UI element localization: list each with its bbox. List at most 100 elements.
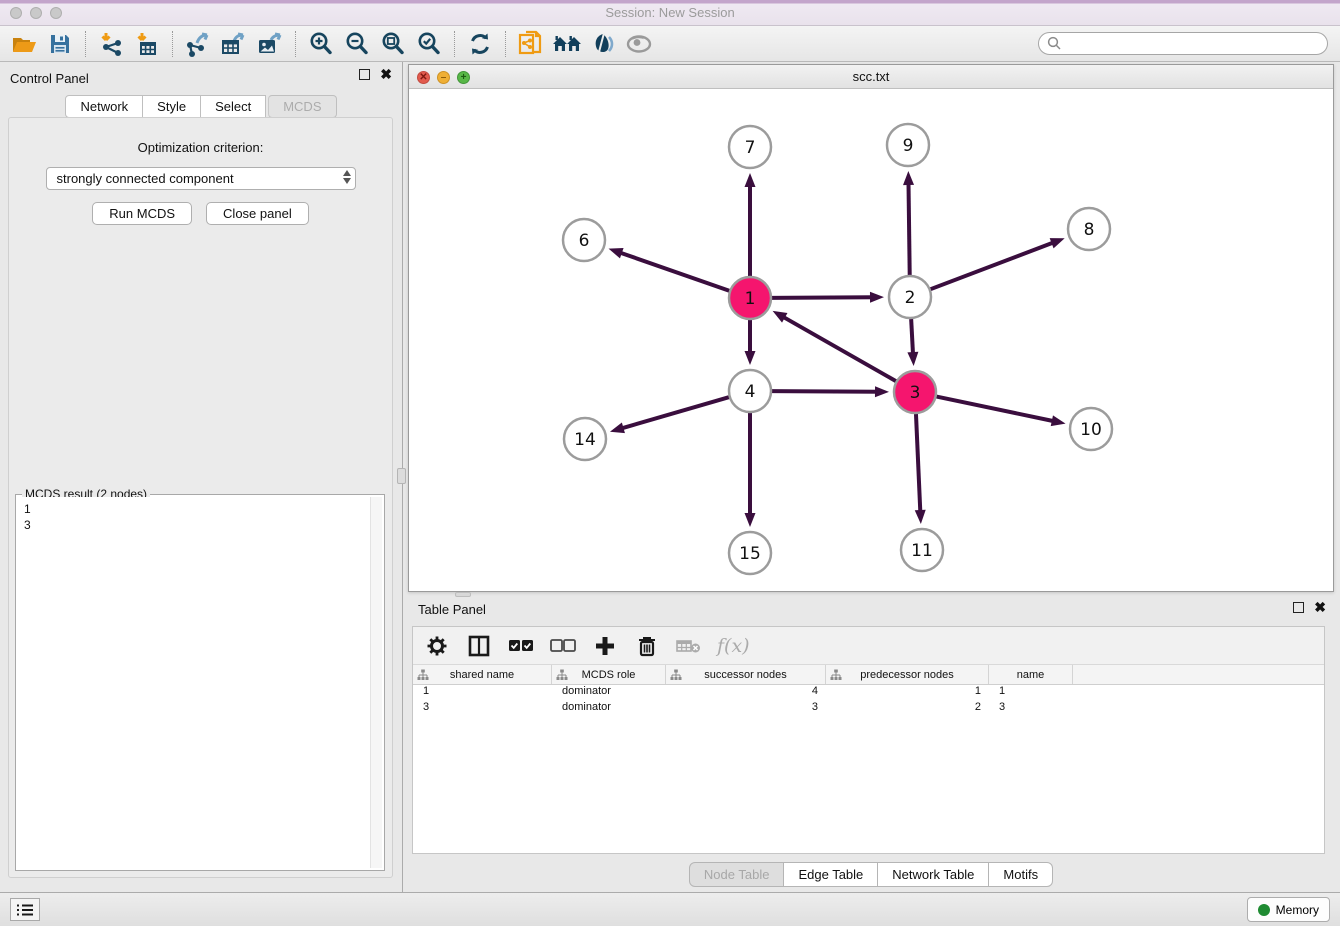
float-panel-icon[interactable] [359, 69, 370, 80]
search-input[interactable] [1038, 32, 1328, 55]
edge-2-9[interactable] [908, 182, 909, 275]
zoom-out-button[interactable] [339, 28, 375, 60]
result-scrollbar[interactable] [370, 497, 382, 868]
graph-node-1[interactable]: 1 [729, 277, 771, 319]
save-icon [48, 32, 72, 56]
select-all-columns-button[interactable] [507, 632, 535, 660]
import-network-icon [98, 31, 124, 57]
tab-select[interactable]: Select [201, 95, 266, 118]
status-bar: Memory [0, 892, 1340, 926]
tab-network-table[interactable]: Network Table [878, 862, 989, 887]
edge-2-8[interactable] [931, 242, 1055, 289]
edge-1-6[interactable] [619, 252, 729, 291]
network-from-file-button[interactable] [513, 28, 549, 60]
refresh-view-button[interactable] [462, 28, 498, 60]
open-session-button[interactable] [6, 28, 42, 60]
function-builder-button[interactable]: f(x) [717, 635, 750, 657]
column-header-predecessor-nodes[interactable]: predecessor nodes [826, 665, 989, 684]
export-network-button[interactable] [180, 28, 216, 60]
memory-button[interactable]: Memory [1247, 897, 1330, 922]
column-header-shared-name[interactable]: shared name [413, 665, 552, 684]
apply-layout-button[interactable] [549, 28, 585, 60]
float-table-panel-icon[interactable] [1293, 602, 1304, 613]
tab-mcds[interactable]: MCDS [268, 95, 336, 118]
edge-4-3[interactable] [772, 391, 878, 392]
tab-node-table[interactable]: Node Table [689, 862, 785, 887]
save-session-button[interactable] [42, 28, 78, 60]
close-panel-icon[interactable]: ✖ [380, 69, 392, 80]
zoom-selected-button[interactable] [411, 28, 447, 60]
column-header-name[interactable]: name [989, 665, 1073, 684]
import-table-button[interactable] [129, 28, 165, 60]
graph-node-7[interactable]: 7 [729, 126, 771, 168]
edge-3-1[interactable] [782, 316, 896, 381]
edge-2-3[interactable] [911, 319, 913, 355]
run-mcds-button[interactable]: Run MCDS [92, 202, 192, 225]
graph-node-4[interactable]: 4 [729, 370, 771, 412]
graph-node-3[interactable]: 3 [894, 371, 936, 413]
apply-style-button[interactable] [585, 28, 621, 60]
split-view-icon [468, 635, 490, 657]
mcds-result-text[interactable]: 1 3 [18, 497, 382, 868]
window-titlebar: Session: New Session [0, 0, 1340, 26]
network-view-window: ✕ – + scc.txt 7 9 6 8 1 2 4 3 14 10 15 11 [408, 64, 1334, 592]
tab-style[interactable]: Style [143, 95, 201, 118]
zoom-out-icon [344, 31, 370, 57]
table-settings-button[interactable] [423, 632, 451, 660]
graph-node-6[interactable]: 6 [563, 219, 605, 261]
tab-network[interactable]: Network [65, 95, 143, 118]
network-canvas[interactable]: 7 9 6 8 1 2 4 3 14 10 15 11 [409, 89, 1333, 591]
graph-node-2[interactable]: 2 [889, 276, 931, 318]
close-table-panel-icon[interactable]: ✖ [1314, 602, 1326, 613]
criterion-select[interactable]: strongly connected component [46, 167, 356, 190]
deselect-all-columns-button[interactable] [549, 632, 577, 660]
table-row[interactable]: 1dominator411 [413, 685, 1324, 701]
graph-node-15[interactable]: 15 [729, 532, 771, 574]
export-image-icon [256, 31, 284, 57]
table-cell[interactable]: 2 [826, 701, 989, 717]
column-header-mcds-role[interactable]: MCDS role [552, 665, 666, 684]
edge-4-14[interactable] [621, 397, 729, 429]
table-cell[interactable]: 1 [826, 685, 989, 701]
table-cell[interactable]: 1 [413, 685, 552, 701]
close-panel-button[interactable]: Close panel [206, 202, 309, 225]
table-cell[interactable]: 3 [413, 701, 552, 717]
show-panel-list-button[interactable] [10, 898, 40, 921]
zoom-fit-button[interactable] [375, 28, 411, 60]
export-image-button[interactable] [252, 28, 288, 60]
tab-motifs[interactable]: Motifs [989, 862, 1053, 887]
network-window-titlebar[interactable]: ✕ – + scc.txt [409, 65, 1333, 89]
zoom-in-button[interactable] [303, 28, 339, 60]
graph-node-14[interactable]: 14 [564, 418, 606, 460]
graph-node-8[interactable]: 8 [1068, 208, 1110, 250]
edge-arrow-icon [907, 352, 918, 366]
show-hide-details-button[interactable] [621, 28, 657, 60]
graph-node-9[interactable]: 9 [887, 124, 929, 166]
table-cell[interactable]: dominator [552, 685, 666, 701]
table-cell[interactable]: 3 [989, 701, 1073, 717]
table-panel: Table Panel ✖ [408, 596, 1334, 890]
delete-table-button[interactable] [675, 632, 703, 660]
table-split-view-button[interactable] [465, 632, 493, 660]
delete-row-button[interactable] [633, 632, 661, 660]
table-cell[interactable]: 3 [666, 701, 826, 717]
edge-3-11[interactable] [916, 414, 920, 513]
edge-3-10[interactable] [937, 397, 1055, 422]
column-header-successor-nodes[interactable]: successor nodes [666, 665, 826, 684]
graph-node-10[interactable]: 10 [1070, 408, 1112, 450]
edge-1-2[interactable] [772, 297, 873, 298]
table-cell[interactable]: 1 [989, 685, 1073, 701]
list-icon [16, 903, 34, 917]
add-row-button[interactable] [591, 632, 619, 660]
vertical-splitter-grip[interactable] [397, 468, 406, 484]
table-cell[interactable]: dominator [552, 701, 666, 717]
graph-node-11[interactable]: 11 [901, 529, 943, 571]
export-table-button[interactable] [216, 28, 252, 60]
tab-edge-table[interactable]: Edge Table [784, 862, 878, 887]
unchecked-boxes-icon [550, 638, 576, 654]
table-row[interactable]: 3dominator323 [413, 701, 1324, 717]
table-cell[interactable]: 4 [666, 685, 826, 701]
gear-icon [426, 635, 448, 657]
import-table-icon [134, 31, 160, 57]
import-network-button[interactable] [93, 28, 129, 60]
